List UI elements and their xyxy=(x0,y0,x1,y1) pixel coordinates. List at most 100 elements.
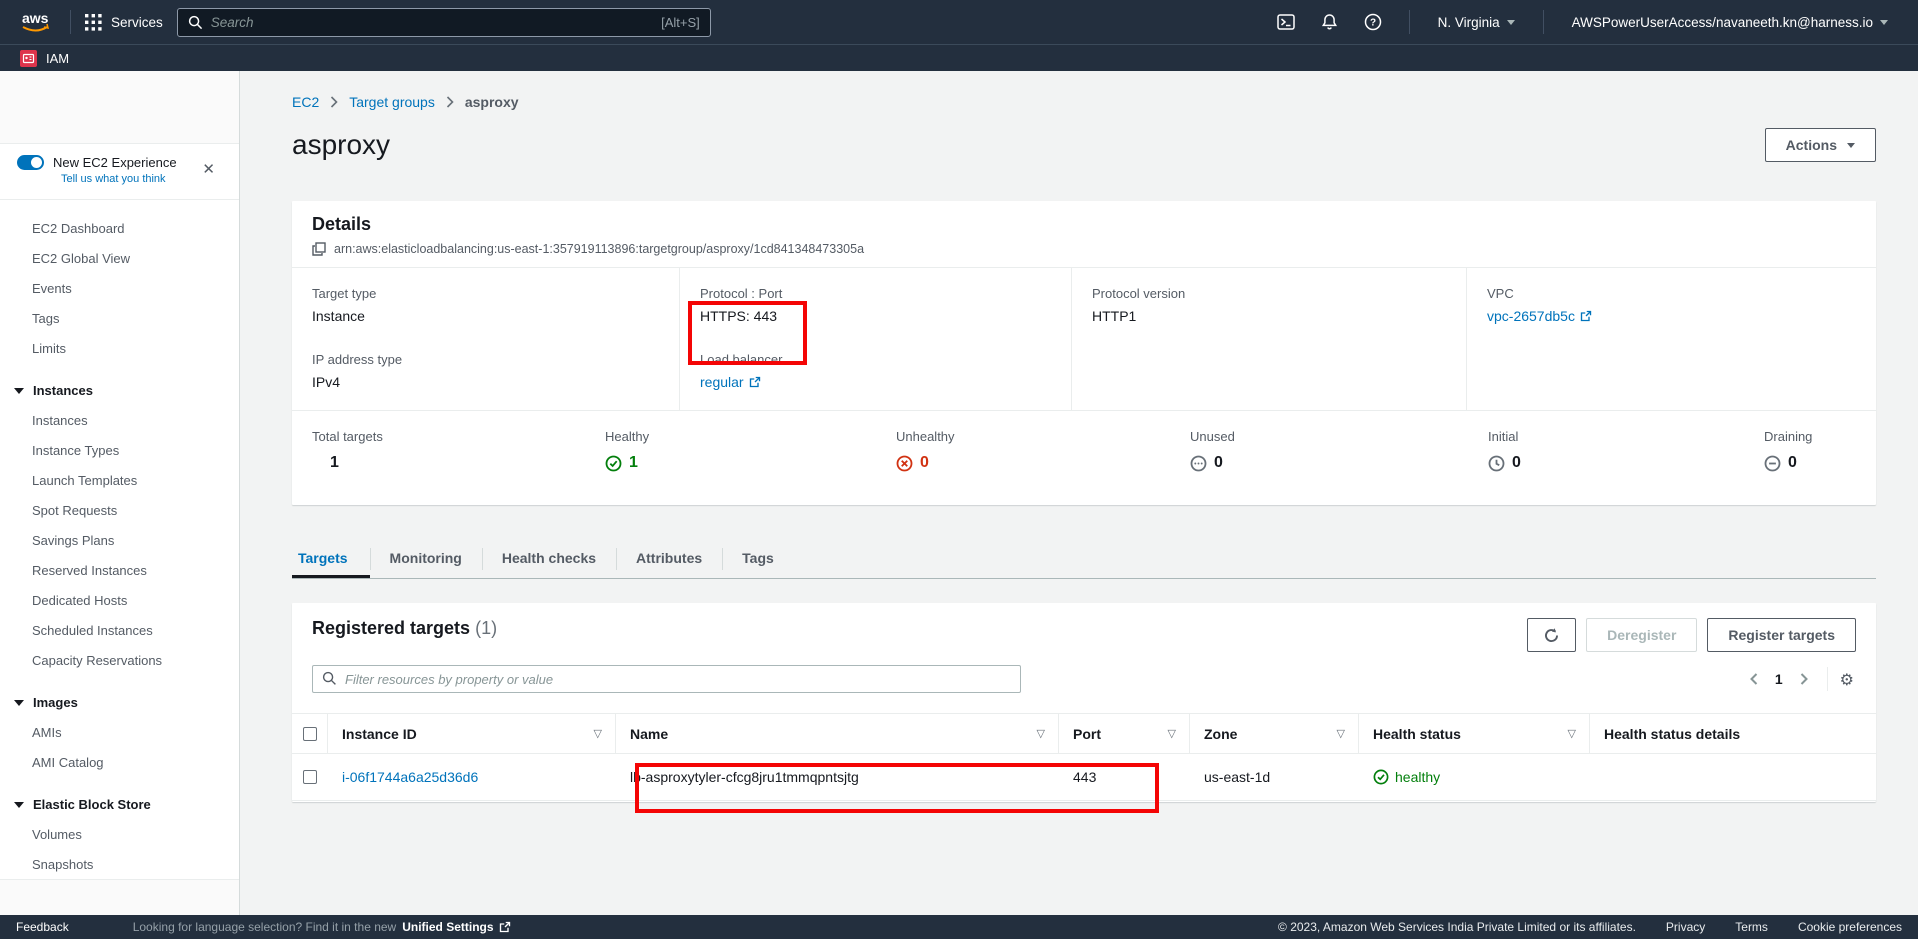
previous-page-button[interactable] xyxy=(1741,668,1767,690)
tab-monitoring[interactable]: Monitoring xyxy=(370,539,482,578)
tab-tags[interactable]: Tags xyxy=(722,539,794,578)
feedback-link[interactable]: Feedback xyxy=(16,920,69,934)
details-fields: Target type Instance IP address type IPv… xyxy=(292,268,1876,410)
sidebar-item-instance-types[interactable]: Instance Types xyxy=(0,436,239,466)
sort-icon[interactable]: ▽ xyxy=(594,727,602,740)
chevron-down-icon xyxy=(14,388,24,394)
current-page-number[interactable]: 1 xyxy=(1767,671,1791,687)
breadcrumb-target-groups-link[interactable]: Target groups xyxy=(349,94,435,110)
details-panel: Details arn:aws:elasticloadbalancing:us-… xyxy=(292,201,1876,505)
language-hint-text: Looking for language selection? Find it … xyxy=(133,920,397,934)
check-circle-icon xyxy=(605,455,622,472)
sidebar-item-scheduled-instances[interactable]: Scheduled Instances xyxy=(0,616,239,646)
favorite-iam-link[interactable]: IAM xyxy=(20,50,69,67)
tab-attributes[interactable]: Attributes xyxy=(616,539,722,578)
sort-icon[interactable]: ▽ xyxy=(1037,727,1045,740)
caret-down-icon xyxy=(1507,20,1515,25)
sidebar-item-launch-templates[interactable]: Launch Templates xyxy=(0,466,239,496)
actions-label: Actions xyxy=(1786,137,1837,153)
next-page-button[interactable] xyxy=(1791,668,1817,690)
sidebar-item-ami-catalog[interactable]: AMI Catalog xyxy=(0,748,239,778)
chevron-down-icon xyxy=(14,700,24,706)
ec2-sidebar: New EC2 Experience Tell us what you thin… xyxy=(0,71,240,915)
sidebar-section-ebs[interactable]: Elastic Block Store xyxy=(0,790,239,820)
cloudshell-button[interactable] xyxy=(1264,13,1308,31)
terms-link[interactable]: Terms xyxy=(1735,920,1768,934)
services-menu-button[interactable]: Services xyxy=(85,14,163,31)
sidebar-item-limits[interactable]: Limits xyxy=(0,334,239,364)
row-checkbox[interactable] xyxy=(303,770,317,784)
copyright-text: © 2023, Amazon Web Services India Privat… xyxy=(1278,920,1636,934)
healthy-status-icon xyxy=(1373,769,1389,785)
sidebar-item-ec2-dashboard[interactable]: EC2 Dashboard xyxy=(0,214,239,244)
settings-gear-icon[interactable]: ⚙ xyxy=(1838,670,1856,689)
aws-logo-icon[interactable]: aws xyxy=(16,9,56,35)
column-header-zone[interactable]: Zone ▽ xyxy=(1190,714,1359,753)
sidebar-item-events[interactable]: Events xyxy=(0,274,239,304)
search-icon xyxy=(188,15,203,30)
cookie-preferences-link[interactable]: Cookie preferences xyxy=(1798,920,1902,934)
tab-health-checks[interactable]: Health checks xyxy=(482,539,616,578)
sidebar-item-snapshots[interactable]: Snapshots xyxy=(0,850,239,880)
services-grid-icon xyxy=(85,14,102,31)
sidebar-item-savings-plans[interactable]: Savings Plans xyxy=(0,526,239,556)
sidebar-nav-list: EC2 Dashboard EC2 Global View Events Tag… xyxy=(0,200,239,880)
copy-icon[interactable] xyxy=(312,242,326,256)
privacy-link[interactable]: Privacy xyxy=(1666,920,1705,934)
account-label: AWSPowerUserAccess/navaneeth.kn@harness.… xyxy=(1572,15,1873,30)
register-targets-button[interactable]: Register targets xyxy=(1707,618,1856,652)
sidebar-item-instances[interactable]: Instances xyxy=(0,406,239,436)
top-navigation-bar: aws Services [A xyxy=(0,0,1918,44)
column-header-health-status[interactable]: Health status ▽ xyxy=(1359,714,1590,753)
unified-settings-link[interactable]: Unified Settings xyxy=(402,920,510,934)
column-header-instance-id[interactable]: Instance ID ▽ xyxy=(328,714,616,753)
tab-targets[interactable]: Targets xyxy=(292,539,370,578)
protocol-port-label: Protocol : Port xyxy=(700,286,1071,301)
target-type-value: Instance xyxy=(312,308,679,324)
services-label: Services xyxy=(111,15,163,30)
favorite-iam-label: IAM xyxy=(46,51,69,66)
filter-input[interactable] xyxy=(312,665,1021,693)
region-selector[interactable]: N. Virginia xyxy=(1424,15,1529,30)
global-search[interactable]: [Alt+S] xyxy=(177,8,711,37)
target-type-label: Target type xyxy=(312,286,679,301)
sidebar-item-reserved-instances[interactable]: Reserved Instances xyxy=(0,556,239,586)
sort-icon[interactable]: ▽ xyxy=(1337,727,1345,740)
help-icon[interactable]: ? xyxy=(1351,13,1395,31)
select-all-checkbox[interactable] xyxy=(303,727,317,741)
sort-icon[interactable]: ▽ xyxy=(1168,727,1176,740)
vpc-link[interactable]: vpc-2657db5c xyxy=(1487,308,1592,324)
actions-button[interactable]: Actions xyxy=(1765,128,1876,162)
table-header-row: Instance ID ▽ Name ▽ Port ▽ Zone xyxy=(292,713,1876,754)
column-header-name[interactable]: Name ▽ xyxy=(616,714,1059,753)
target-group-arn: arn:aws:elasticloadbalancing:us-east-1:3… xyxy=(334,242,864,256)
new-ec2-experience-toggle[interactable] xyxy=(17,155,44,170)
sidebar-item-spot-requests[interactable]: Spot Requests xyxy=(0,496,239,526)
load-balancer-link[interactable]: regular xyxy=(700,374,761,390)
refresh-button[interactable] xyxy=(1527,618,1576,652)
breadcrumb-ec2-link[interactable]: EC2 xyxy=(292,94,319,110)
detail-tabs: Targets Monitoring Health checks Attribu… xyxy=(292,539,1876,579)
sidebar-item-volumes[interactable]: Volumes xyxy=(0,820,239,850)
sidebar-item-capacity-reservations[interactable]: Capacity Reservations xyxy=(0,646,239,676)
protocol-port-value: HTTPS: 443 xyxy=(700,308,1071,324)
deregister-button[interactable]: Deregister xyxy=(1586,618,1697,652)
registered-targets-title: Registered targets xyxy=(312,618,470,638)
sidebar-item-ec2-global-view[interactable]: EC2 Global View xyxy=(0,244,239,274)
notifications-bell-icon[interactable] xyxy=(1308,13,1351,31)
region-label: N. Virginia xyxy=(1438,15,1500,30)
sidebar-item-amis[interactable]: AMIs xyxy=(0,718,239,748)
sidebar-item-tags[interactable]: Tags xyxy=(0,304,239,334)
console-footer: Feedback Looking for language selection?… xyxy=(0,915,1918,939)
vpc-value: vpc-2657db5c xyxy=(1487,308,1575,324)
column-header-port[interactable]: Port ▽ xyxy=(1059,714,1190,753)
search-input[interactable] xyxy=(211,15,661,30)
registered-targets-count: (1) xyxy=(475,618,497,638)
sort-icon[interactable]: ▽ xyxy=(1568,727,1576,740)
sidebar-section-images[interactable]: Images xyxy=(0,688,239,718)
sidebar-section-instances[interactable]: Instances xyxy=(0,376,239,406)
sidebar-item-dedicated-hosts[interactable]: Dedicated Hosts xyxy=(0,586,239,616)
close-icon[interactable]: ✕ xyxy=(202,162,215,177)
instance-id-link[interactable]: i-06f1744a6a25d36d6 xyxy=(342,769,478,785)
account-menu[interactable]: AWSPowerUserAccess/navaneeth.kn@harness.… xyxy=(1558,15,1902,30)
